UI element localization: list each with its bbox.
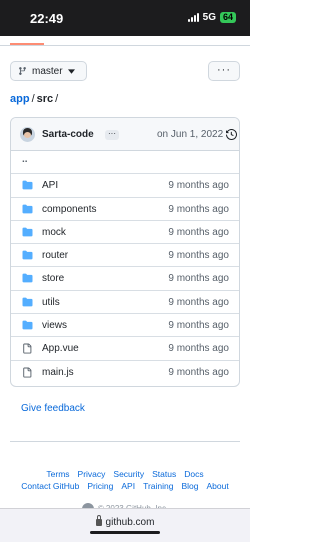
file-age: 9 months ago [168, 203, 229, 215]
file-name-link[interactable]: API [42, 180, 58, 191]
network-type: 5G [202, 12, 216, 23]
file-age: 9 months ago [168, 320, 229, 332]
footer-links-row1: Terms Privacy Security Status Docs [0, 469, 250, 479]
file-icon [22, 343, 32, 357]
footer-divider [10, 441, 240, 442]
more-options-button[interactable]: ··· [208, 61, 240, 81]
branch-select-button[interactable]: master [10, 61, 87, 81]
browser-url-bar[interactable]: github.com [0, 508, 250, 542]
folder-icon [22, 204, 33, 217]
status-bar: 22:49 5G 64 [0, 0, 250, 36]
footer-link-pricing[interactable]: Pricing [87, 481, 113, 491]
footer-link-terms[interactable]: Terms [46, 469, 69, 479]
parent-directory-link[interactable]: .. [22, 154, 28, 165]
folder-row[interactable]: utils 9 months ago [11, 291, 239, 315]
file-age: 9 months ago [168, 296, 229, 308]
folder-row[interactable]: API 9 months ago [11, 174, 239, 198]
file-row[interactable]: main.js 9 months ago [11, 361, 239, 384]
footer-link-api[interactable]: API [121, 481, 135, 491]
commit-expand-button[interactable]: ··· [105, 130, 119, 140]
branch-label: master [32, 65, 63, 77]
file-name-link[interactable]: mock [42, 227, 66, 238]
footer-link-status[interactable]: Status [152, 469, 176, 479]
file-name-link[interactable]: components [42, 204, 96, 215]
folder-icon [22, 320, 33, 333]
folder-icon [22, 273, 33, 286]
breadcrumb-current: src [36, 93, 54, 105]
footer-link-privacy[interactable]: Privacy [78, 469, 106, 479]
history-icon[interactable] [226, 129, 237, 140]
home-indicator [90, 531, 160, 534]
url-display[interactable]: github.com [0, 515, 250, 528]
avatar[interactable] [20, 127, 35, 142]
file-age: 9 months ago [168, 250, 229, 262]
folder-icon [22, 180, 33, 193]
file-name-link[interactable]: utils [42, 297, 60, 308]
folder-row[interactable]: store 9 months ago [11, 267, 239, 291]
give-feedback-link[interactable]: Give feedback [21, 403, 85, 414]
file-browser: Sarta-code ··· on Jun 1, 2022 .. API 9 mo… [10, 117, 240, 387]
footer-link-docs[interactable]: Docs [184, 469, 203, 479]
file-age: 9 months ago [168, 343, 229, 355]
status-indicators: 5G 64 [187, 12, 236, 23]
breadcrumb: app / src / [10, 93, 60, 105]
folder-icon [22, 227, 33, 240]
file-name-link[interactable]: App.vue [42, 343, 79, 354]
file-name-link[interactable]: views [42, 320, 67, 331]
signal-icon [187, 13, 199, 22]
file-icon [22, 367, 32, 381]
latest-commit: Sarta-code ··· on Jun 1, 2022 [11, 118, 239, 151]
chevron-down-icon [67, 68, 75, 74]
breadcrumb-root-link[interactable]: app [10, 93, 30, 105]
url-domain: github.com [105, 517, 155, 528]
folder-row[interactable]: router 9 months ago [11, 244, 239, 268]
lock-icon [95, 515, 102, 526]
folder-icon [22, 297, 33, 310]
file-age: 9 months ago [168, 273, 229, 285]
file-age: 9 months ago [168, 366, 229, 378]
file-age: 9 months ago [168, 180, 229, 192]
folder-row[interactable]: views 9 months ago [11, 314, 239, 338]
footer-link-training[interactable]: Training [143, 481, 173, 491]
file-name-link[interactable]: store [42, 273, 64, 284]
git-branch-icon [19, 67, 26, 75]
parent-directory-row[interactable]: .. [11, 151, 239, 175]
status-time: 22:49 [30, 11, 64, 26]
header-divider [0, 45, 250, 46]
folder-icon [22, 250, 33, 263]
file-name-link[interactable]: router [42, 250, 68, 261]
footer-links-row2: Contact GitHub Pricing API Training Blog Abou… [0, 481, 250, 491]
breadcrumb-separator: / [31, 93, 35, 105]
file-row[interactable]: App.vue 9 months ago [11, 337, 239, 361]
breadcrumb-separator: / [55, 93, 59, 105]
footer-link-blog[interactable]: Blog [181, 481, 198, 491]
folder-row[interactable]: mock 9 months ago [11, 221, 239, 245]
footer-link-about[interactable]: About [207, 481, 229, 491]
footer-link-contact-github[interactable]: Contact GitHub [21, 481, 79, 491]
file-age: 9 months ago [168, 226, 229, 238]
footer-link-security[interactable]: Security [113, 469, 144, 479]
file-name-link[interactable]: main.js [42, 367, 74, 378]
commit-date: on Jun 1, 2022 [157, 129, 224, 140]
commit-author[interactable]: Sarta-code [42, 129, 94, 140]
battery-icon: 64 [219, 12, 236, 23]
folder-row[interactable]: components 9 months ago [11, 198, 239, 221]
